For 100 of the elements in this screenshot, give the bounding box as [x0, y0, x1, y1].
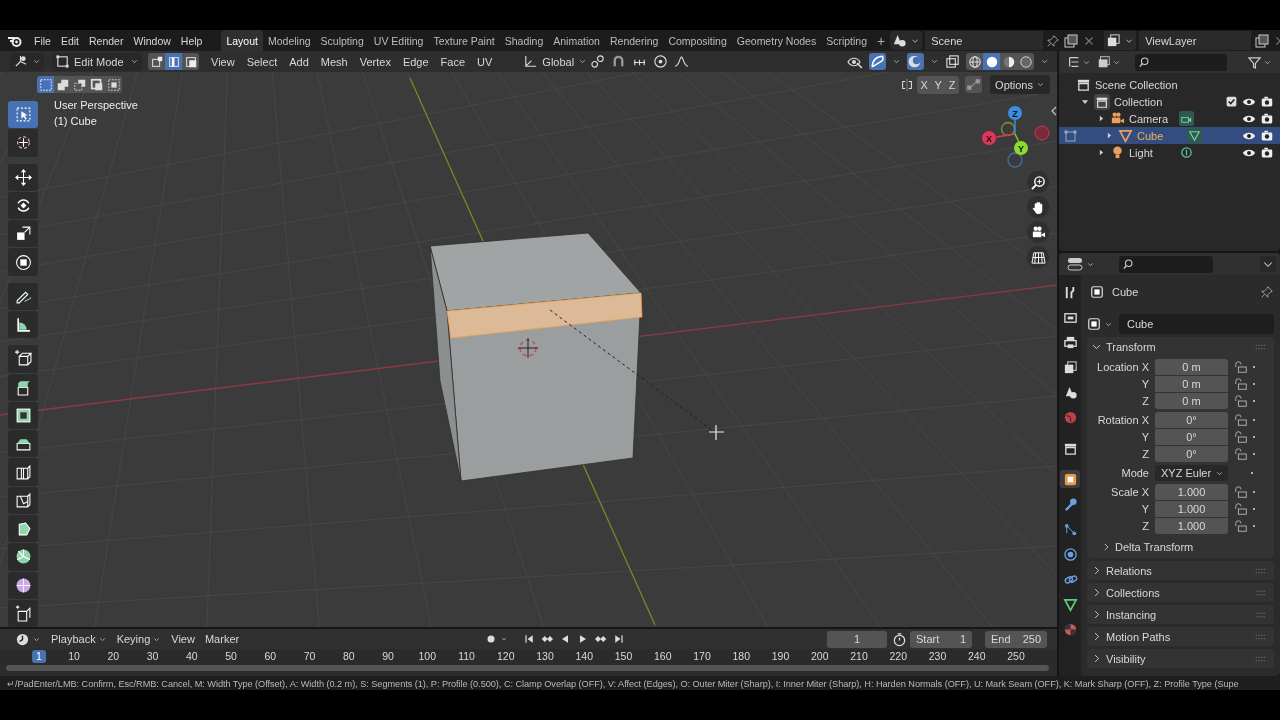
value-field[interactable]: 0 m — [1155, 376, 1228, 392]
menu-item[interactable]: Mesh — [314, 51, 354, 72]
start-frame-field[interactable]: Start 1 — [910, 630, 972, 648]
scene-field[interactable]: Scene — [925, 31, 1044, 50]
active-object-label: (1) Cube — [54, 114, 98, 129]
field-label: Y — [1140, 431, 1149, 443]
field-label: Y — [1140, 503, 1149, 515]
menu-item[interactable]: Window — [128, 30, 176, 51]
panel-header[interactable]: Visibility — [1106, 652, 1146, 665]
frame-number: 140 — [574, 650, 594, 663]
menu-item[interactable]: UV — [471, 51, 499, 72]
panel-header[interactable]: Relations — [1106, 564, 1152, 577]
menu-item[interactable]: Help — [175, 30, 208, 51]
value-field[interactable]: 0° — [1155, 446, 1228, 462]
field-label: Mode — [1120, 467, 1149, 479]
menu-item[interactable]: Render — [84, 30, 129, 51]
menu-item[interactable]: Marker — [199, 629, 245, 649]
frame-number: 250 — [1006, 650, 1026, 663]
menu-item[interactable]: Vertex — [353, 51, 397, 72]
status-text: ↵/PadEnter/LMB: Confirm, Esc/RMB: Cancel, M: Width Type (Offset), A: Width (0.2 m), S: Segments (1), P: Profile (0.500), C: Clamp Overlap (OFF), V: Affect (Edges), O: Outer Miter (Sharp), I: Inner Miter (Sharp), H: Harden Normals (OFF), U: Mark Seam (OFF), K: Mark Sharp (OFF), Z: Profile Type (Supe — [7, 677, 1239, 689]
frame-number: 40 — [184, 650, 199, 663]
menu-item[interactable]: Add — [283, 51, 315, 72]
menu-item[interactable]: Face — [434, 51, 472, 72]
frame-number: 160 — [653, 650, 673, 663]
outliner-item[interactable]: Scene Collection — [1095, 78, 1178, 91]
frame-number: 10 — [67, 650, 81, 663]
value-field[interactable]: 1.000 — [1155, 484, 1228, 500]
menu-item[interactable]: Edge — [396, 51, 435, 72]
field-label: Z — [1141, 395, 1149, 407]
current-frame-field[interactable]: 1 — [827, 630, 887, 648]
menu-item[interactable]: View — [205, 51, 241, 72]
workspace-tab[interactable]: Geometry Nodes — [731, 30, 822, 51]
panel-header[interactable]: Instancing — [1106, 608, 1157, 621]
field-label: Z — [1141, 520, 1149, 532]
frame-number: 200 — [810, 650, 830, 663]
orientation-dropdown[interactable]: Global — [520, 52, 583, 71]
workspace-tab[interactable]: Compositing — [663, 30, 732, 51]
menu-item[interactable]: Keying — [111, 629, 167, 649]
value-field[interactable]: 1.000 — [1155, 501, 1228, 517]
outliner-item[interactable]: Light — [1129, 146, 1175, 159]
value-field[interactable]: 0° — [1155, 429, 1228, 445]
frame-number: 170 — [692, 650, 712, 663]
frame-number: 190 — [770, 650, 791, 663]
frame-number: 130 — [535, 650, 555, 663]
frame-number: 30 — [145, 650, 160, 663]
value-field[interactable]: 0° — [1155, 412, 1228, 428]
frame-number: 210 — [849, 650, 869, 663]
frame-number: 60 — [263, 650, 278, 663]
frame-number: 20 — [106, 650, 121, 663]
frame-number: 110 — [457, 650, 476, 663]
frame-number: 120 — [496, 650, 516, 663]
outliner-item[interactable]: Cube — [1137, 129, 1183, 142]
field-label: Y — [1140, 378, 1149, 390]
workspace-tab[interactable]: Scripting — [821, 30, 872, 51]
view-name: User Perspective — [54, 98, 138, 113]
frame-number: 80 — [341, 650, 356, 663]
workspace-tab[interactable]: UV Editing — [368, 30, 429, 51]
frame-number: 150 — [613, 650, 634, 663]
frame-number: 90 — [381, 650, 395, 663]
view-layer-field[interactable]: ViewLayer — [1139, 31, 1252, 50]
menu-item[interactable]: Select — [240, 51, 284, 72]
name-field[interactable]: Cube — [1119, 314, 1274, 334]
panel-header[interactable]: Collections — [1106, 586, 1160, 599]
panel-header[interactable]: Delta Transform — [1115, 541, 1194, 553]
frame-number: 240 — [967, 650, 987, 663]
options-dropdown[interactable]: Options — [990, 75, 1050, 94]
current-frame-marker[interactable]: 1 — [32, 650, 46, 663]
workspace-tab[interactable]: Layout — [221, 30, 263, 51]
value-field[interactable]: 0 m — [1155, 393, 1228, 409]
menu-item[interactable]: Playback — [46, 629, 112, 649]
gizmo-axis[interactable]: Z — [1008, 106, 1022, 135]
outliner-item[interactable]: Collection — [1114, 95, 1163, 108]
workspace-tab[interactable]: Texture Paint — [428, 30, 500, 51]
workspace-tab[interactable]: Shading — [499, 30, 549, 51]
panel-header[interactable]: Transform — [1106, 340, 1156, 353]
value-field[interactable]: 1.000 — [1155, 518, 1228, 534]
workspace-tab[interactable]: Animation — [548, 30, 605, 51]
field-label: Z — [1141, 448, 1149, 460]
frame-number: 70 — [302, 650, 317, 663]
workspace-tab[interactable]: Modeling — [262, 30, 316, 51]
value-field[interactable]: 0 m — [1155, 359, 1228, 375]
workspace-tab[interactable]: Rendering — [604, 30, 664, 51]
outliner-item[interactable]: Camera — [1129, 112, 1175, 125]
field-label: Location X — [1096, 361, 1149, 373]
menu-item[interactable]: Edit — [55, 30, 84, 51]
frame-number: 50 — [224, 650, 238, 663]
frame-number: 100 — [417, 650, 437, 663]
frame-number: 230 — [927, 650, 948, 663]
end-frame-field[interactable]: End 250 — [985, 630, 1047, 648]
workspace-tab[interactable]: Sculpting — [315, 30, 369, 51]
mode-dropdown[interactable]: XYZ Euler — [1155, 465, 1228, 481]
field-label: Rotation X — [1096, 414, 1149, 426]
gizmo-axis[interactable]: X — [982, 131, 1016, 145]
frame-number: 220 — [888, 650, 908, 663]
frame-number: 180 — [731, 650, 751, 663]
add-workspace-button[interactable]: + — [872, 30, 891, 51]
menu-item[interactable]: File — [29, 30, 56, 51]
menu-item[interactable]: View — [166, 629, 200, 649]
mode-dropdown[interactable]: Edit Mode — [52, 52, 142, 71]
field-label: Scale X — [1110, 486, 1149, 498]
